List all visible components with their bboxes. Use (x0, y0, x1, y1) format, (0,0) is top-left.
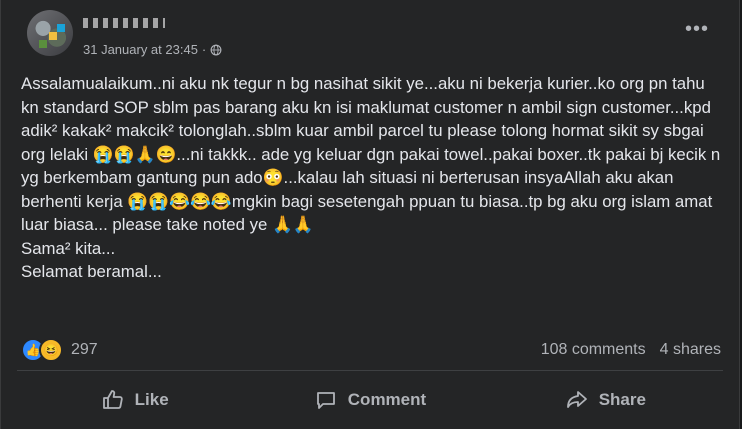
reaction-icons[interactable]: 👍 😆 (21, 338, 63, 362)
share-label: Share (598, 390, 646, 409)
share-icon (566, 391, 587, 408)
like-button[interactable]: Like (17, 388, 252, 412)
like-label: Like (134, 390, 169, 409)
post-date[interactable]: 31 January at 23:45 (83, 42, 198, 57)
comment-button[interactable]: Comment (252, 388, 487, 412)
thumbs-up-icon (102, 390, 123, 409)
post-text: Assalamualaikum..ni aku nk tegur n bg na… (21, 72, 727, 284)
author-name-blurred[interactable] (83, 18, 165, 28)
reactions-count[interactable]: 297 (71, 341, 98, 359)
share-button[interactable]: Share (488, 388, 723, 412)
haha-reaction-icon: 😆 (39, 338, 63, 362)
post-paragraph: Sama² kita... (21, 238, 116, 258)
post-card: 31 January at 23:45 · ••• Assalamualaiku… (0, 0, 740, 429)
meta-separator: · (201, 42, 207, 57)
comment-icon (316, 392, 335, 409)
post-meta: 31 January at 23:45 · (83, 42, 222, 57)
more-options-icon[interactable]: ••• (685, 19, 709, 39)
action-bar: Like Comment Share (17, 374, 723, 426)
avatar[interactable] (27, 10, 73, 56)
post-paragraph: Selamat beramal... (21, 262, 162, 281)
post-stats: 👍 😆 297 108 comments 4 shares (21, 338, 721, 362)
divider (17, 370, 723, 371)
comments-count[interactable]: 108 comments (541, 341, 646, 359)
post-paragraph: Assalamualaikum..ni aku nk tegur n bg na… (21, 74, 721, 234)
shares-count[interactable]: 4 shares (660, 341, 721, 359)
comment-label: Comment (347, 390, 427, 409)
globe-icon (210, 44, 222, 55)
